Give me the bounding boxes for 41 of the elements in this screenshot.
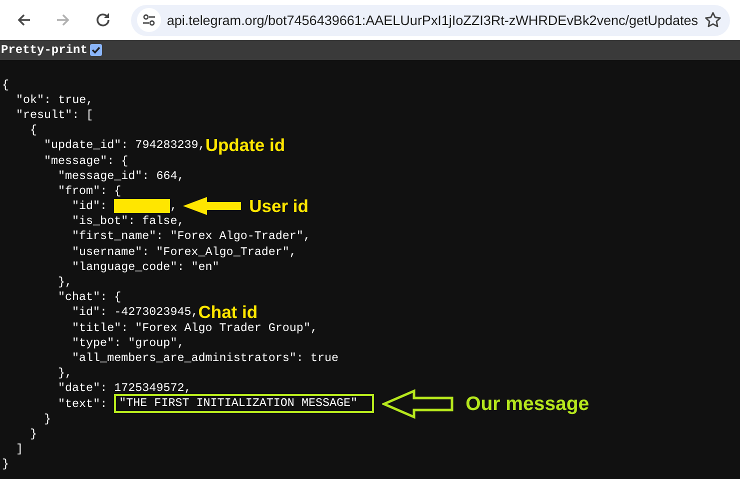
arrow-icon [183, 197, 242, 216]
code-line: }, [58, 275, 72, 290]
code-line: { [30, 123, 38, 138]
code-line: ] [16, 442, 24, 456]
code-line: "update_id": 794283239, [44, 138, 206, 152]
code-line: { [2, 78, 10, 92]
code-line: "from": { [58, 184, 122, 198]
outline-arrow-icon [382, 388, 454, 419]
code-line: } [44, 412, 52, 426]
annotation-label: Chat id [198, 302, 258, 322]
code-line: "message": { [44, 154, 128, 168]
site-settings-icon[interactable] [136, 8, 161, 32]
code-line: "type": "group", [72, 336, 184, 350]
annotation-label: Our message [466, 394, 590, 414]
code-line: } [30, 426, 38, 441]
code-line: "text": [58, 396, 108, 411]
code-line: "id": -4273023945, [72, 305, 198, 320]
code-line: "is_bot": false, [72, 214, 184, 228]
code-punctuation: , [170, 199, 178, 214]
code-line: "id": [72, 199, 108, 214]
annotation-label: User id [249, 196, 308, 216]
highlighted-value: "THE FIRST INITIALIZATION MESSAGE" [114, 394, 374, 414]
bookmark-star-icon[interactable] [704, 11, 722, 29]
code-line: "title": "Forex Algo Trader Group", [72, 320, 318, 335]
code-line: "date": 1725349572, [58, 381, 192, 396]
address-bar[interactable]: api.telegram.org/bot7456439661:AAELUurPxI1jIoZZI3Rt-zWHRDEvBk2venc/getUpdates [130, 4, 730, 36]
code-line: "username": "Forex_Algo_Trader", [72, 244, 296, 259]
code-line: }, [58, 366, 72, 380]
pretty-print-label: Pretty-print [1, 43, 88, 57]
url-text: api.telegram.org/bot7456439661:AAELUurPxI1jIoZZI3Rt-zWHRDEvBk2venc/getUpdates [166, 12, 698, 28]
reload-icon [94, 11, 112, 29]
code-line: "result": [ [16, 108, 94, 122]
code-line: "ok": true, [16, 92, 94, 107]
code-line: "first_name": "Forex Algo-Trader", [72, 229, 310, 244]
code-line: } [2, 457, 10, 472]
annotation-label: Update id [205, 135, 286, 156]
code-line: "language_code": "en" [72, 260, 220, 274]
code-line: "all_members_are_administrators": true [72, 350, 339, 365]
code-line: "message_id": 664, [58, 168, 184, 183]
pretty-print-checkbox[interactable] [90, 44, 102, 56]
code-line: "chat": { [58, 290, 122, 304]
